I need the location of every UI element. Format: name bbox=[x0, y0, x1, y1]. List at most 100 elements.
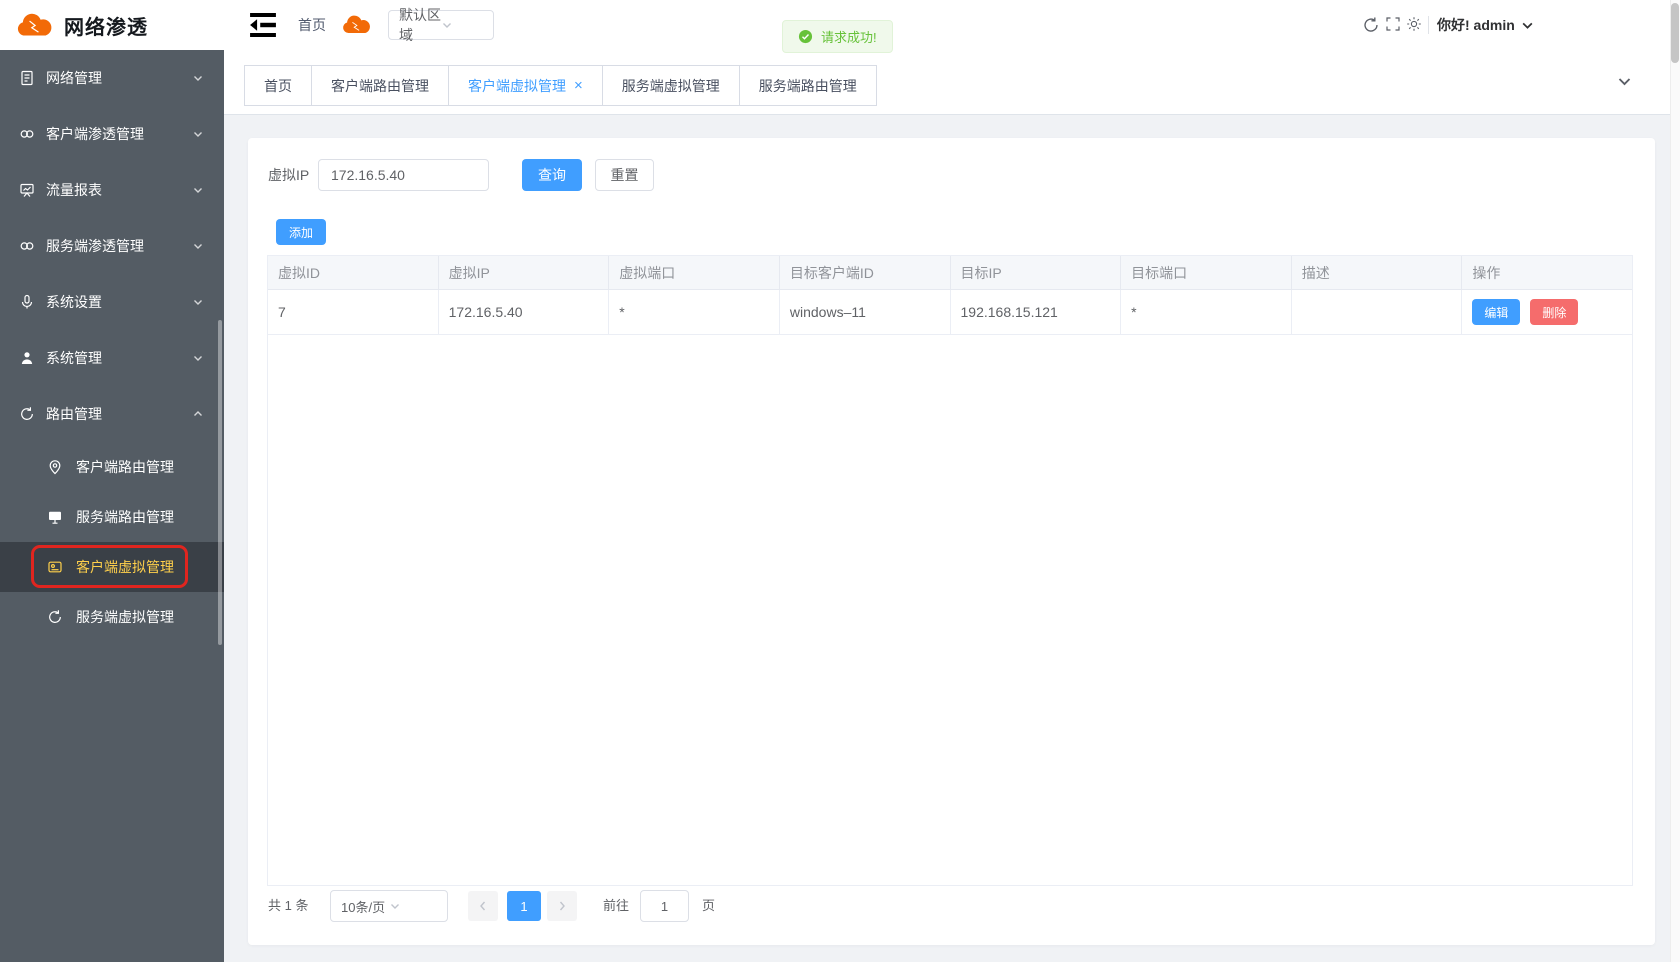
tab-client-virtual-mgmt[interactable]: 客户端虚拟管理 × bbox=[448, 65, 603, 106]
sidebar-item-label: 网络管理 bbox=[46, 68, 192, 88]
sidebar-item-system-settings[interactable]: 系统设置 bbox=[0, 274, 224, 330]
chevron-down-icon bbox=[441, 19, 483, 31]
tab-server-route-mgmt[interactable]: 服务端路由管理 bbox=[739, 65, 877, 106]
breadcrumb[interactable]: 首页 bbox=[298, 0, 326, 50]
cell-target-port: * bbox=[1121, 290, 1292, 334]
chevron-up-icon bbox=[192, 408, 204, 420]
col-header-description: 描述 bbox=[1292, 256, 1463, 289]
table-row: 7 172.16.5.40 * windows–11 192.168.15.12… bbox=[268, 290, 1632, 335]
chevron-down-icon bbox=[192, 184, 204, 196]
sidebar-item-traffic-report[interactable]: 流量报表 bbox=[0, 162, 224, 218]
monitor-icon bbox=[46, 508, 64, 526]
sidebar-item-label: 系统管理 bbox=[46, 348, 192, 368]
chart-board-icon bbox=[18, 181, 36, 199]
sidebar-item-client-route-mgmt[interactable]: 客户端路由管理 bbox=[0, 442, 224, 492]
refresh-icon[interactable] bbox=[1362, 16, 1380, 34]
sidebar-item-server-pentest-mgmt[interactable]: 服务端渗透管理 bbox=[0, 218, 224, 274]
goto-page-label: 前往 bbox=[603, 890, 629, 922]
query-button[interactable]: 查询 bbox=[522, 159, 582, 191]
tab-close-icon[interactable]: × bbox=[574, 78, 583, 93]
sidebar-item-label: 服务端虚拟管理 bbox=[76, 607, 174, 627]
main-card: 虚拟IP 查询 重置 添加 虚拟ID 虚拟IP 虚拟端口 目标客户端ID 目标I… bbox=[248, 138, 1655, 945]
refresh-icon bbox=[18, 405, 36, 423]
cell-virtual-ip: 172.16.5.40 bbox=[439, 290, 610, 334]
col-header-target-client-id: 目标客户端ID bbox=[780, 256, 951, 289]
tab-label: 服务端路由管理 bbox=[759, 76, 857, 96]
theme-sun-icon[interactable] bbox=[1406, 16, 1424, 34]
add-button[interactable]: 添加 bbox=[276, 219, 326, 245]
tab-server-virtual-mgmt[interactable]: 服务端虚拟管理 bbox=[602, 65, 740, 106]
sidebar-scrollbar-thumb[interactable] bbox=[218, 320, 222, 645]
current-page-button[interactable]: 1 bbox=[507, 891, 541, 921]
sidebar-item-route-mgmt[interactable]: 路由管理 bbox=[0, 386, 224, 442]
reset-button[interactable]: 重置 bbox=[595, 159, 654, 191]
tab-list-chevron-down-icon[interactable] bbox=[1617, 74, 1632, 89]
tab-label: 客户端虚拟管理 bbox=[468, 76, 566, 96]
cloud-icon[interactable] bbox=[340, 14, 374, 37]
microphone-icon bbox=[18, 293, 36, 311]
sidebar-item-label: 服务端路由管理 bbox=[76, 507, 174, 527]
col-header-virtual-ip: 虚拟IP bbox=[439, 256, 610, 289]
cell-target-ip: 192.168.15.121 bbox=[951, 290, 1122, 334]
chevron-down-icon bbox=[192, 72, 204, 84]
tab-label: 服务端虚拟管理 bbox=[622, 76, 720, 96]
delete-button[interactable]: 删除 bbox=[1530, 299, 1578, 325]
sidebar-item-label: 流量报表 bbox=[46, 180, 192, 200]
next-page-button[interactable] bbox=[547, 891, 577, 921]
sidebar-item-label: 客户端渗透管理 bbox=[46, 124, 192, 144]
tab-label: 客户端路由管理 bbox=[331, 76, 429, 96]
postcard-icon bbox=[46, 558, 64, 576]
refresh-icon bbox=[46, 608, 64, 626]
virtual-ip-input[interactable] bbox=[318, 159, 489, 191]
sidebar-item-label: 系统设置 bbox=[46, 292, 192, 312]
col-header-actions: 操作 bbox=[1462, 256, 1632, 289]
location-icon bbox=[46, 458, 64, 476]
fold-sidebar-icon[interactable] bbox=[248, 13, 280, 37]
sidebar-item-label: 服务端渗透管理 bbox=[46, 236, 192, 256]
cloud-logo-icon bbox=[14, 12, 54, 39]
tab-client-route-mgmt[interactable]: 客户端路由管理 bbox=[311, 65, 449, 106]
cell-target-client-id: windows–11 bbox=[780, 290, 951, 334]
tab-home[interactable]: 首页 bbox=[244, 65, 312, 106]
divider bbox=[1428, 16, 1429, 34]
table-header-row: 虚拟ID 虚拟IP 虚拟端口 目标客户端ID 目标IP 目标端口 描述 操作 bbox=[268, 256, 1632, 290]
sidebar-item-server-route-mgmt[interactable]: 服务端路由管理 bbox=[0, 492, 224, 542]
prev-page-button[interactable] bbox=[468, 891, 498, 921]
toast-message: 请求成功! bbox=[821, 27, 877, 46]
link-icon bbox=[18, 125, 36, 143]
sidebar-item-client-virtual-mgmt[interactable]: 客户端虚拟管理 bbox=[0, 542, 224, 592]
document-icon bbox=[18, 69, 36, 87]
col-header-target-ip: 目标IP bbox=[951, 256, 1122, 289]
search-field-label: 虚拟IP bbox=[268, 159, 309, 191]
cell-description bbox=[1292, 290, 1463, 334]
chevron-down-icon bbox=[192, 240, 204, 252]
topbar: 首页 默认区域 你好! admin bbox=[224, 0, 1680, 50]
cell-virtual-port: * bbox=[609, 290, 780, 334]
app-title: 网络渗透 bbox=[64, 11, 148, 40]
pagination: 共 1 条 10条/页 1 前往 页 bbox=[268, 890, 1628, 922]
chevron-down-icon bbox=[192, 296, 204, 308]
data-table: 虚拟ID 虚拟IP 虚拟端口 目标客户端ID 目标IP 目标端口 描述 操作 7… bbox=[267, 255, 1633, 886]
edit-button[interactable]: 编辑 bbox=[1472, 299, 1520, 325]
chevron-down-icon bbox=[1521, 19, 1534, 32]
tab-label: 首页 bbox=[264, 76, 292, 96]
col-header-target-port: 目标端口 bbox=[1121, 256, 1292, 289]
sidebar: 网络渗透 网络管理 客户端渗透管理 流量报表 服务端渗透管理 系统设置 系统管理… bbox=[0, 0, 224, 962]
page-scrollbar-track[interactable] bbox=[1670, 0, 1680, 962]
region-select-value: 默认区域 bbox=[399, 5, 441, 45]
goto-page-input[interactable] bbox=[640, 890, 689, 922]
sidebar-item-client-pentest-mgmt[interactable]: 客户端渗透管理 bbox=[0, 106, 224, 162]
check-circle-icon bbox=[798, 29, 813, 44]
page-unit-label: 页 bbox=[702, 890, 715, 922]
sidebar-item-network-mgmt[interactable]: 网络管理 bbox=[0, 50, 224, 106]
link-icon bbox=[18, 237, 36, 255]
tab-strip: 首页 客户端路由管理 客户端虚拟管理 × 服务端虚拟管理 服务端路由管理 bbox=[224, 50, 1680, 115]
page-size-select[interactable]: 10条/页 bbox=[330, 890, 448, 922]
sidebar-item-server-virtual-mgmt[interactable]: 服务端虚拟管理 bbox=[0, 592, 224, 642]
user-dropdown[interactable]: 你好! admin bbox=[1437, 0, 1534, 50]
region-select[interactable]: 默认区域 bbox=[388, 10, 494, 40]
sidebar-item-system-mgmt[interactable]: 系统管理 bbox=[0, 330, 224, 386]
page-scrollbar-thumb[interactable] bbox=[1671, 3, 1679, 63]
sidebar-item-label: 路由管理 bbox=[46, 404, 192, 424]
fullscreen-icon[interactable] bbox=[1385, 16, 1403, 34]
